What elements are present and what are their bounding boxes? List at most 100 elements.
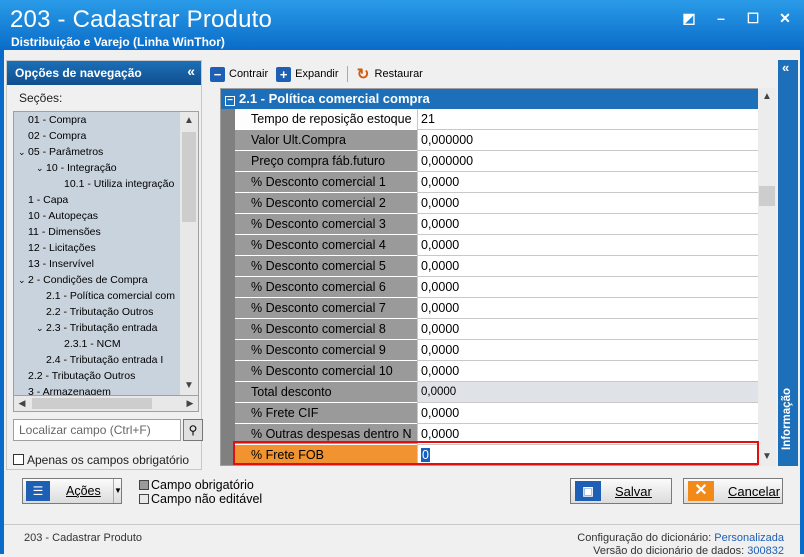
tree-item[interactable]: 2.2 - Tributação Outros (14, 304, 180, 320)
tree-item[interactable]: 12 - Licitações (14, 240, 180, 256)
tree-item[interactable]: 10 - Autopeças (14, 208, 180, 224)
row-gutter (221, 109, 235, 130)
info-tab[interactable]: « Informação (778, 60, 798, 466)
only-required-checkbox[interactable]: Apenas os campos obrigatório (13, 453, 189, 467)
tree-horizontal-scrollbar[interactable]: ◀ ▶ (13, 396, 199, 412)
plus-icon: + (276, 66, 292, 82)
property-row[interactable]: % Desconto comercial 7 0,0000 (221, 298, 759, 319)
row-gutter (221, 214, 235, 235)
property-row[interactable]: % Desconto comercial 8 0,0000 (221, 319, 759, 340)
collapse-section-icon[interactable]: − (225, 96, 235, 106)
collapse-nav-icon[interactable]: « (187, 63, 195, 79)
tree-item[interactable]: 3 - Armazenagem (14, 384, 180, 395)
sections-tree[interactable]: 01 - Compra 02 - Compra ⌄ 05 - Parâmetros ⌄ 1… (13, 111, 199, 396)
tree-item[interactable]: 01 - Compra (14, 112, 180, 128)
tree-item-label: 2.1 - Política comercial com (46, 290, 175, 302)
property-row[interactable]: % Desconto comercial 6 0,0000 (221, 277, 759, 298)
property-value-input[interactable]: 0,0000 (417, 403, 759, 424)
property-value-input[interactable]: 0,0000 (417, 172, 759, 193)
tree-item[interactable]: ⌄ 10 - Integração (14, 160, 180, 176)
row-gutter (221, 235, 235, 256)
scroll-up-icon[interactable]: ▲ (180, 112, 198, 130)
search-icon[interactable]: ⚲ (183, 419, 203, 441)
minus-icon: − (210, 66, 225, 82)
minimize-icon[interactable]: – (714, 10, 728, 27)
save-button[interactable]: ▣ Salvar (570, 478, 672, 504)
actions-dropdown-icon[interactable]: ▼ (113, 479, 122, 503)
tree-item[interactable]: 02 - Compra (14, 128, 180, 144)
maximize-icon[interactable]: ☐ (746, 10, 760, 27)
tree-item[interactable]: ⌄ 2.3 - Tributação entrada (14, 320, 180, 336)
property-value-input[interactable]: 0,000000 (417, 151, 759, 172)
tree-vertical-scrollbar[interactable]: ▲ ▼ (180, 112, 198, 395)
property-value-input[interactable]: 0,0000 (417, 319, 759, 340)
property-row[interactable]: Tempo de reposição estoque 21 (221, 109, 759, 130)
property-value-input[interactable]: 0,000000 (417, 130, 759, 151)
property-row[interactable]: % Desconto comercial 4 0,0000 (221, 235, 759, 256)
tree-item[interactable]: 10.1 - Utiliza integração (14, 176, 180, 192)
property-row[interactable]: Total desconto 0,0000 (221, 382, 759, 403)
chevron-down-icon[interactable]: ⌄ (36, 320, 46, 336)
tree-item[interactable]: 2.3.1 - NCM (14, 336, 180, 352)
property-row[interactable]: % Desconto comercial 10 0,0000 (221, 361, 759, 382)
property-row[interactable]: % Frete FOB 0 (221, 445, 759, 465)
tree-item[interactable]: ⌄ 2 - Condições de Compra (14, 272, 180, 288)
scroll-right-icon[interactable]: ▶ (182, 396, 198, 411)
property-value-input[interactable]: 0,0000 (417, 235, 759, 256)
scroll-left-icon[interactable]: ◀ (14, 396, 30, 411)
scroll-down-icon[interactable]: ▼ (180, 377, 198, 395)
property-value-input[interactable]: 21 (417, 109, 759, 130)
close-icon[interactable]: ✕ (778, 10, 792, 27)
property-value-input[interactable]: 0,0000 (417, 340, 759, 361)
tree-item[interactable]: 2.1 - Política comercial com (14, 288, 180, 304)
restore-window-icon[interactable]: ◩ (682, 10, 696, 27)
selected-value-text[interactable]: 0 (421, 448, 430, 462)
property-value-input[interactable]: 0,0000 (417, 193, 759, 214)
property-row[interactable]: % Desconto comercial 2 0,0000 (221, 193, 759, 214)
chevron-down-icon[interactable]: ⌄ (36, 160, 46, 176)
tree-item[interactable]: 1 - Capa (14, 192, 180, 208)
hscroll-thumb[interactable] (32, 398, 152, 409)
tree-item[interactable]: 11 - Dimensões (14, 224, 180, 240)
actions-button[interactable]: ☰ Ações ▼ (22, 478, 122, 504)
grid-scroll-down-icon[interactable]: ▼ (758, 448, 776, 466)
restore-button[interactable]: ↻ Restaurar (352, 67, 427, 82)
tree-item[interactable]: ⌄ 05 - Parâmetros (14, 144, 180, 160)
expand-button[interactable]: + Expandir (272, 66, 342, 82)
collapse-button[interactable]: − Contrair (206, 66, 272, 82)
property-value-input[interactable]: 0,0000 (417, 256, 759, 277)
row-gutter (221, 130, 235, 151)
property-row[interactable]: Preço compra fáb.futuro 0,000000 (221, 151, 759, 172)
property-row[interactable]: % Frete CIF 0,0000 (221, 403, 759, 424)
tree-item[interactable]: 2.4 - Tributação entrada I (14, 352, 180, 368)
property-value-input[interactable]: 0,0000 (417, 277, 759, 298)
collapse-label: Contrair (229, 68, 269, 80)
property-value-input[interactable]: 0,0000 (417, 361, 759, 382)
property-row[interactable]: % Outras despesas dentro N 0,0000 (221, 424, 759, 445)
property-value-input[interactable]: 0,0000 (417, 424, 759, 445)
grid-scroll-up-icon[interactable]: ▲ (758, 88, 776, 106)
property-row[interactable]: Valor Ult.Compra 0,000000 (221, 130, 759, 151)
grid-vertical-scrollbar[interactable]: ▲ ▼ (758, 88, 776, 466)
expand-info-icon[interactable]: « (782, 60, 789, 75)
dict-config-value[interactable]: Personalizada (714, 532, 784, 544)
property-value-input[interactable]: 0,0000 (417, 214, 759, 235)
chevron-down-icon[interactable]: ⌄ (18, 144, 28, 160)
checkbox-box[interactable] (13, 454, 24, 465)
scroll-thumb[interactable] (182, 132, 196, 222)
cancel-button[interactable]: ✕ Cancelar (683, 478, 783, 504)
dict-version-value: 300832 (747, 545, 784, 557)
search-field-input[interactable]: Localizar campo (Ctrl+F) (13, 419, 181, 441)
property-row[interactable]: % Desconto comercial 1 0,0000 (221, 172, 759, 193)
chevron-down-icon[interactable]: ⌄ (18, 272, 28, 288)
property-row[interactable]: % Desconto comercial 5 0,0000 (221, 256, 759, 277)
property-row[interactable]: % Desconto comercial 9 0,0000 (221, 340, 759, 361)
tree-item[interactable]: 13 - Inservível (14, 256, 180, 272)
navigation-panel: Opções de navegação « Seções: 01 - Compr… (6, 60, 203, 470)
section-header[interactable]: −2.1 - Política comercial compra (221, 89, 759, 109)
property-value-input[interactable]: 0,0000 (417, 298, 759, 319)
grid-scroll-thumb[interactable] (759, 186, 775, 206)
property-row[interactable]: % Desconto comercial 3 0,0000 (221, 214, 759, 235)
property-value-input[interactable]: 0 (417, 445, 759, 465)
tree-item[interactable]: 2.2 - Tributação Outros (14, 368, 180, 384)
